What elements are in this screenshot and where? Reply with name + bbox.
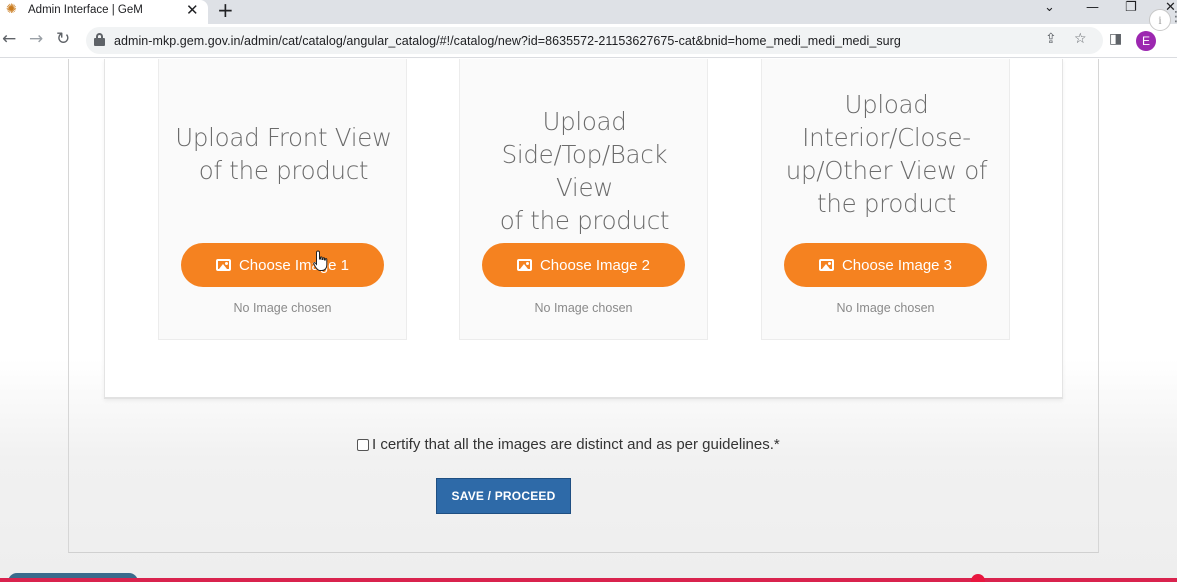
browser-menu-icon[interactable]: ⋮ [1169, 9, 1177, 25]
address-url[interactable]: admin-mkp.gem.gov.in/admin/cat/catalog/a… [114, 34, 901, 48]
upload-card-title: Upload Side/Top/Back View of the product [499, 107, 670, 235]
profile-avatar[interactable]: E [1136, 31, 1156, 51]
upload-card-front: Upload Front View of the product Choose … [158, 59, 407, 340]
choose-image-3-button[interactable]: Choose Image 3 [784, 243, 987, 287]
gem-logo-icon: ✺ [6, 2, 17, 17]
browser-toolbar: ← → ↻ admin-mkp.gem.gov.in/admin/cat/cat… [0, 24, 1177, 58]
image-icon [215, 259, 231, 271]
image-upload-panel: Upload Front View of the product Choose … [104, 59, 1063, 399]
upload-card-title: Upload Front View of the product [175, 123, 392, 185]
tab-strip: ✺ Admin Interface | GeM ✕ + ⌄ — ❐ ✕ [0, 0, 1177, 24]
close-tab-icon[interactable]: ✕ [186, 1, 199, 19]
reload-icon[interactable]: ↻ [56, 29, 70, 49]
certify-checkbox[interactable] [357, 438, 369, 451]
tab-admin-interface[interactable]: ✺ Admin Interface | GeM ✕ [0, 0, 208, 24]
info-icon[interactable]: i [1149, 9, 1171, 31]
choose-image-label: Choose Image 2 [539, 256, 651, 274]
back-icon[interactable]: ← [2, 29, 16, 49]
save-proceed-button[interactable]: SAVE / PROCEED [436, 478, 571, 514]
upload-card-side: Upload Side/Top/Back View of the product… [459, 59, 708, 340]
new-tab-button[interactable]: + [217, 0, 234, 22]
hand-cursor-icon [313, 250, 328, 271]
certification-row: I certify that all the images are distin… [357, 436, 780, 453]
video-progress-handle[interactable] [971, 574, 985, 582]
lock-icon[interactable] [94, 33, 105, 46]
minimize-icon[interactable]: — [1086, 0, 1099, 15]
image-status: No Image chosen [836, 301, 935, 315]
upload-card-interior: Upload Interior/Close- up/Other View of … [761, 59, 1010, 340]
page-content: Upload Front View of the product Choose … [0, 59, 1177, 582]
bookmark-star-icon[interactable]: ☆ [1074, 31, 1087, 47]
image-status: No Image chosen [233, 301, 332, 315]
choose-image-label: Choose Image 1 [238, 256, 350, 274]
upload-card-title: Upload Interior/Close- up/Other View of … [785, 90, 988, 218]
restore-icon[interactable]: ❐ [1125, 0, 1137, 15]
choose-image-1-button[interactable]: Choose Image 1 [181, 243, 384, 287]
choose-image-label: Choose Image 3 [841, 256, 953, 274]
forward-icon[interactable]: → [29, 29, 43, 49]
video-progress-bar[interactable] [0, 578, 1177, 582]
image-icon [818, 259, 834, 271]
choose-image-2-button[interactable]: Choose Image 2 [482, 243, 685, 287]
share-icon[interactable]: ⇪ [1045, 31, 1057, 47]
image-icon [516, 259, 532, 271]
side-panel-icon[interactable]: ◨ [1109, 31, 1122, 47]
certify-label[interactable]: I certify that all the images are distin… [372, 436, 780, 453]
tab-title: Admin Interface | GeM [28, 4, 143, 16]
image-status: No Image chosen [534, 301, 633, 315]
tab-search-icon[interactable]: ⌄ [1044, 0, 1055, 15]
